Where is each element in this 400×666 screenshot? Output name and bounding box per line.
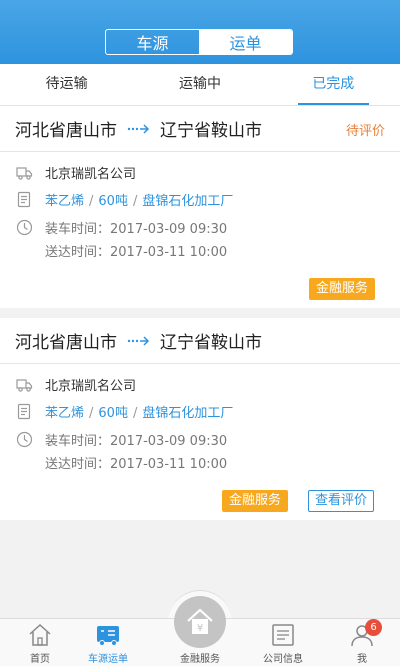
cargo-type: 苯乙烯 — [45, 406, 85, 421]
separator: / — [132, 406, 138, 421]
route-arrow-icon — [127, 335, 150, 346]
nav-label: 公司信息 — [263, 654, 303, 665]
destination-city: 辽宁省鞍山市 — [160, 121, 262, 141]
company-name: 北京瑞凯名公司 — [45, 379, 137, 394]
cargo-type: 苯乙烯 — [45, 194, 85, 209]
tab-completed[interactable]: 已完成 — [267, 64, 400, 105]
nav-label: 车源运单 — [88, 654, 128, 665]
finance-icon: ¥ — [187, 608, 213, 634]
nav-waybill[interactable]: 车源运单 — [68, 619, 148, 666]
origin-city: 河北省唐山市 — [15, 333, 117, 353]
segment-control: 车源 运单 — [105, 29, 293, 55]
status-badge: 待评价 — [345, 124, 385, 139]
company-name: 北京瑞凯名公司 — [45, 167, 137, 182]
separator: / — [89, 194, 94, 209]
order-card[interactable]: 河北省唐山市 辽宁省鞍山市 待评价 北京瑞凯名公司 苯乙烯 / 60吨 / 盘锦石化加工… — [0, 106, 400, 308]
document-icon — [17, 191, 31, 208]
tab-in-transit[interactable]: 运输中 — [133, 64, 266, 105]
cargo-weight: 60吨 — [98, 194, 128, 209]
company-icon — [272, 624, 294, 646]
arrive-time: 送达时间：2017-03-11 10:00 — [45, 457, 228, 472]
home-icon — [29, 623, 51, 646]
nav-company[interactable]: 公司信息 — [243, 619, 323, 666]
segment-waybill[interactable]: 运单 — [199, 30, 292, 54]
destination-city: 辽宁省鞍山市 — [160, 333, 262, 353]
nav-me[interactable]: 我 — [322, 619, 400, 666]
cargo-info: 苯乙烯 / 60吨 / 盘锦石化加工厂 — [45, 190, 233, 209]
arrive-time: 送达时间：2017-03-11 10:00 — [45, 245, 228, 260]
truck-icon — [97, 626, 119, 646]
finance-service-button[interactable]: 金融服务 — [309, 278, 376, 300]
document-icon — [17, 403, 31, 420]
cargo-destination: 盘锦石化加工厂 — [142, 406, 234, 421]
route-header: 河北省唐山市 辽宁省鞍山市 待评价 — [0, 106, 400, 152]
cargo-info: 苯乙烯 / 60吨 / 盘锦石化加工厂 — [45, 402, 233, 421]
tab-pending-transport[interactable]: 待运输 — [0, 64, 133, 105]
load-time: 装车时间：2017-03-09 09:30 — [45, 222, 228, 237]
svg-text:¥: ¥ — [197, 623, 203, 634]
finance-center-button[interactable]: ¥ — [174, 596, 226, 648]
nav-label: 我 — [357, 654, 367, 665]
clock-icon — [16, 431, 33, 448]
cargo-destination: 盘锦石化加工厂 — [142, 194, 234, 209]
notification-badge: 6 — [365, 619, 382, 636]
finance-service-button[interactable]: 金融服务 — [222, 490, 289, 512]
cargo-weight: 60吨 — [98, 406, 128, 421]
app-header: 车源 运单 — [0, 0, 400, 64]
segment-car-source[interactable]: 车源 — [106, 30, 199, 54]
order-card[interactable]: 河北省唐山市 辽宁省鞍山市 北京瑞凯名公司 苯乙烯 / 60吨 / 盘锦石化加工厂 装车… — [0, 318, 400, 520]
separator: / — [132, 194, 138, 209]
origin-city: 河北省唐山市 — [15, 121, 117, 141]
truck-icon — [16, 379, 33, 392]
status-tabs: 待运输 运输中 已完成 — [0, 64, 400, 106]
nav-label: 金融服务 — [180, 654, 220, 665]
separator: / — [89, 406, 94, 421]
route-header: 河北省唐山市 辽宁省鞍山市 — [0, 318, 400, 364]
route-arrow-icon — [127, 123, 150, 134]
truck-icon — [16, 167, 33, 180]
clock-icon — [16, 219, 33, 236]
load-time: 装车时间：2017-03-09 09:30 — [45, 434, 228, 449]
view-review-button[interactable]: 查看评价 — [308, 490, 375, 512]
